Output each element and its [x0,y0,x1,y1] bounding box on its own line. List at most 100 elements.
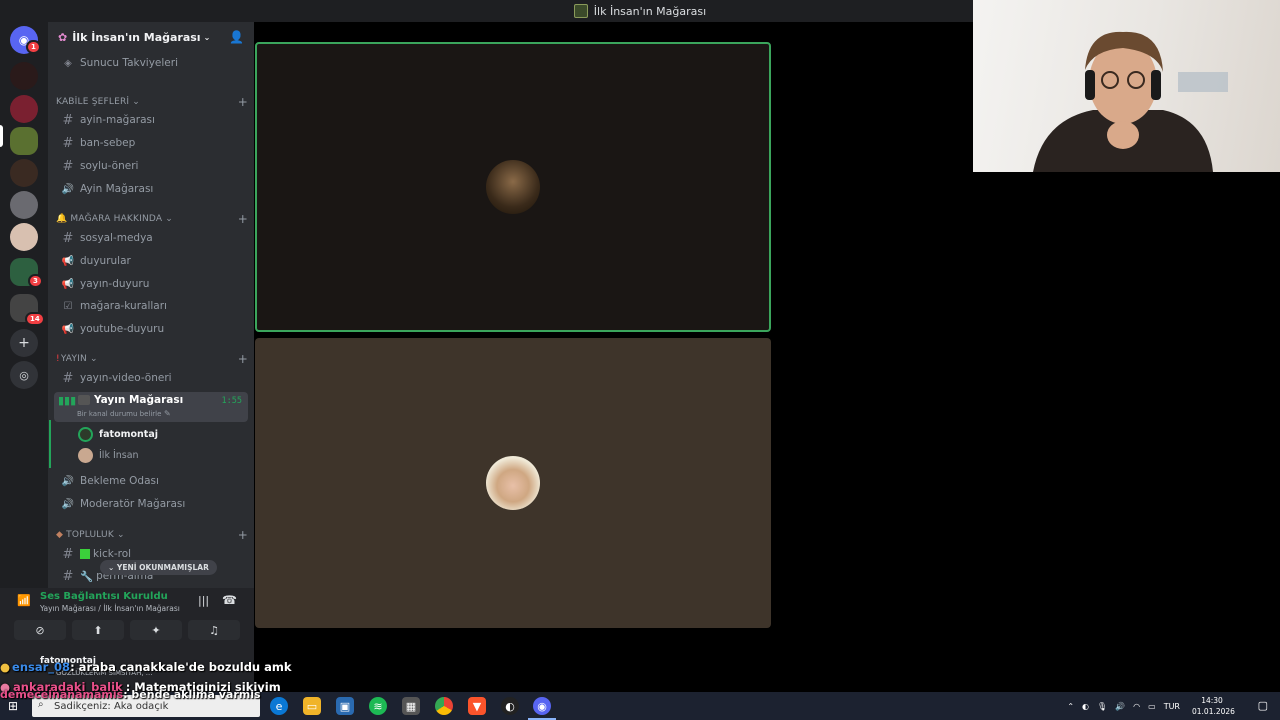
soundboard-icon: ♫ [209,623,219,637]
server-icon-6[interactable] [10,223,38,251]
megaphone-icon: 📢 [61,278,75,290]
brave-icon[interactable]: ▼ [468,697,486,715]
channel-yayin-video-oneri[interactable]: # yayın-video-öneri [56,368,248,388]
server-icon-active[interactable] [10,127,38,155]
server-name: İlk İnsan'ın Mağarası [72,30,201,44]
edge-icon[interactable]: e [270,697,288,715]
channel-yayin-magarasi[interactable]: ▮▮▮ Yayın Mağarası 1:55 Bir kanal durumu… [54,392,248,422]
chrome-icon[interactable] [435,697,453,715]
channel-ban-sebep[interactable]: # ban-sebep [56,133,248,153]
voice-user-fatomontaj[interactable]: fatomontaj [78,425,158,443]
hash-icon: # [62,568,74,584]
explore-icon[interactable]: ◎ [10,361,38,389]
speaker-icon: 🔊 [61,498,75,510]
server-icon-2[interactable] [10,95,38,123]
hash-icon: # [62,230,74,246]
add-server-icon[interactable]: + [10,329,38,357]
status-icon [78,395,90,405]
boost-icon: ◈ [64,57,72,69]
store-icon[interactable]: ▣ [336,697,354,715]
disconnect-icon[interactable]: ☎ [222,593,237,607]
channel-label: Bekleme Odası [80,475,159,487]
channel-label: mağara-kuralları [80,300,167,312]
category-label: YAYIN [60,354,87,364]
folder-badge: 3 [28,274,43,288]
activities-button[interactable]: ✦ [130,620,182,640]
channel-magara-kurallari[interactable]: ☑ mağara-kuralları [56,296,248,316]
channel-yayin-duyuru[interactable]: 📢 yayın-duyuru [56,274,248,294]
channel-soylu-oneri[interactable]: # soylu-öneri [56,156,248,176]
network-icon[interactable]: ◠ [1133,702,1140,711]
server-rail: ◉ 1 3 14 + ◎ [0,22,48,588]
calculator-icon[interactable]: ▦ [402,697,420,715]
add-channel-icon[interactable]: + [238,212,248,226]
spotify-icon[interactable]: ≋ [369,697,387,715]
channel-duyurular[interactable]: 📢 duyurular [56,251,248,271]
battery-icon[interactable]: ▭ [1148,702,1156,711]
volume-icon[interactable]: 🔊 [1115,702,1125,711]
camera-off-button[interactable]: ⊘ [14,620,66,640]
signal-icon[interactable]: 📶 [17,594,31,607]
channel-ayin-magarasi[interactable]: # ayin-mağarası [56,110,248,130]
invite-icon[interactable]: 👤 [229,30,244,44]
server-icon-1[interactable] [10,62,38,90]
people-icon: ◆ [56,530,64,540]
category-yayin[interactable]: ! YAYIN ⌄ + [56,351,248,367]
active-server-indicator [0,125,3,147]
channel-moderator[interactable]: 🔊 Moderatör Mağarası [56,494,248,514]
pencil-icon[interactable]: ✎ [164,409,171,418]
voice-status[interactable]: Ses Bağlantısı Kuruldu [40,591,168,602]
channel-youtube-duyuru[interactable]: 📢 youtube-duyuru [56,319,248,339]
date: 01.01.2026 [1192,707,1235,716]
avatar [78,426,93,442]
server-header[interactable]: ✿ İlk İnsan'ın Mağarası ⌄ 👤 [48,22,254,52]
windows-start-icon[interactable]: ⊞ [8,699,18,713]
badge-icon: ● [0,660,11,674]
voice-user-ilk-insan[interactable]: İlk İnsan [78,446,139,464]
category-topluluk[interactable]: ◆ TOPLULUK ⌄ + [56,527,248,543]
noise-suppression-icon[interactable]: ||| [198,594,209,607]
home-badge: 1 [26,40,41,54]
add-channel-icon[interactable]: + [238,352,248,366]
new-unreads-pill[interactable]: ⌄ YENİ OKUNMAMIŞLAR [100,560,217,575]
mic-icon[interactable]: 🎙 [1097,702,1107,711]
exclamation-icon: ! [56,354,60,364]
chevron-down-icon: ⌄ [89,354,98,364]
voice-location[interactable]: Yayın Mağarası / İlk İnsan'ın Mağarası [40,604,180,613]
video-tile-fatomontaj[interactable] [255,42,771,332]
add-channel-icon[interactable]: + [238,95,248,109]
clock[interactable]: 14:30 01.01.2026 [1192,695,1235,717]
channel-label: yayın-duyuru [80,278,150,290]
channel-status-text[interactable]: Bir kanal durumu belirle [77,410,161,418]
file-explorer-icon[interactable]: ▭ [303,697,321,715]
chevron-down-icon: ⌄ [165,214,174,224]
notification-icon[interactable]: ▢ [1258,699,1268,712]
category-kabile[interactable]: KABİLE ŞEFLERİ ⌄ + [56,94,248,110]
video-tile-ilk-insan[interactable] [255,338,771,628]
server-icon-4[interactable] [10,159,38,187]
screen-share-button[interactable]: ⬆ [72,620,124,640]
hash-icon: # [62,135,74,151]
channel-sosyal-medya[interactable]: # sosyal-medya [56,228,248,248]
green-square-icon [80,549,90,559]
obs-icon[interactable]: ◐ [501,697,519,715]
chevron-up-icon[interactable]: ⌃ [1067,702,1074,711]
camera-off-icon: ⊘ [35,623,45,637]
discord-icon[interactable]: ◉ [533,697,551,715]
channel-bekleme[interactable]: 🔊 Bekleme Odası [56,471,248,491]
obs-tray-icon[interactable]: ◐ [1082,702,1089,711]
channel-ayin-voice[interactable]: 🔊 Ayin Mağarası [56,179,248,199]
category-magara[interactable]: 🔔 MAĞARA HAKKINDA ⌄ + [56,211,248,227]
soundboard-button[interactable]: ♫ [188,620,240,640]
chevron-down-icon: ⌄ [203,32,211,42]
voice-connection-panel: 📶 Ses Bağlantısı Kuruldu Yayın Mağarası … [0,588,254,646]
speaker-icon: 🔊 [61,475,75,487]
language-indicator[interactable]: TUR [1164,702,1180,711]
add-channel-icon[interactable]: + [238,528,248,542]
server-icon-5[interactable] [10,191,38,219]
rules-icon: ☑ [63,300,73,312]
server-boosts[interactable]: ◈ Sunucu Takviyeleri [56,53,248,73]
channel-label: Yayın Mağarası [94,394,184,406]
category-label: MAĞARA HAKKINDA [70,214,163,224]
system-tray: ⌃ ◐ 🎙 🔊 ◠ ▭ TUR [1067,692,1180,720]
